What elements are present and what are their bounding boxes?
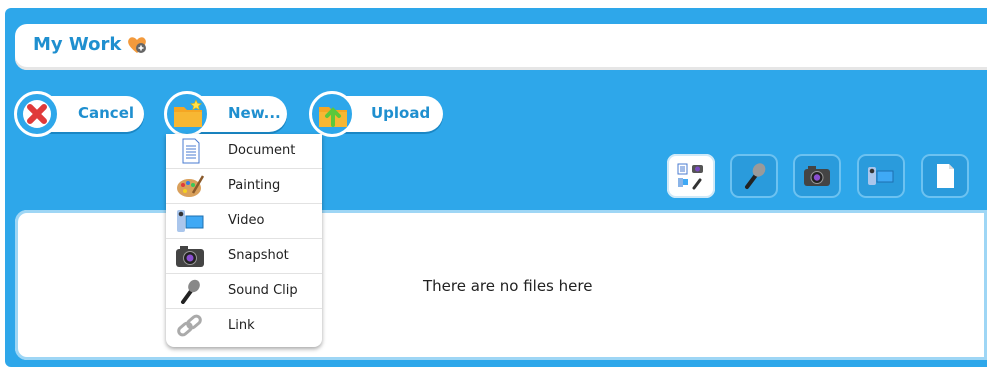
- document-icon: [182, 138, 200, 164]
- menu-item-snapshot[interactable]: Snapshot: [166, 239, 322, 274]
- menu-item-document[interactable]: Document: [166, 134, 322, 169]
- filter-video-button[interactable]: [857, 154, 905, 198]
- menu-item-label: Sound Clip: [228, 283, 298, 298]
- menu-item-video[interactable]: Video: [166, 204, 322, 239]
- all-types-icon: [677, 163, 703, 190]
- upload-circle[interactable]: [309, 91, 355, 137]
- filter-sound-button[interactable]: [730, 154, 778, 198]
- new-label: New...: [228, 104, 281, 122]
- heart-add-icon[interactable]: [126, 35, 148, 55]
- link-icon: [177, 314, 202, 337]
- filter-snapshot-button[interactable]: [793, 154, 841, 198]
- microphone-icon: [181, 279, 200, 304]
- new-folder-icon: [174, 99, 202, 127]
- cancel-x-icon: [23, 100, 51, 128]
- camera-icon: [804, 166, 830, 186]
- new-dropdown-menu: Document Painting Video Snapshot Sound C…: [166, 134, 322, 347]
- menu-item-label: Snapshot: [228, 248, 289, 263]
- cancel-label: Cancel: [78, 104, 135, 122]
- menu-item-sound-clip[interactable]: Sound Clip: [166, 274, 322, 309]
- microphone-icon: [745, 163, 766, 189]
- upload-label: Upload: [371, 104, 431, 122]
- menu-item-label: Painting: [228, 178, 281, 193]
- title-bar: My Work: [15, 24, 987, 70]
- video-camera-icon: [177, 210, 204, 232]
- cancel-circle[interactable]: [14, 91, 60, 137]
- document-icon: [937, 164, 954, 188]
- new-circle[interactable]: [164, 91, 210, 137]
- page-title: My Work: [33, 34, 122, 55]
- files-area: There are no files here: [15, 210, 987, 360]
- palette-icon: [177, 175, 205, 197]
- video-camera-icon: [868, 167, 894, 185]
- camera-icon: [176, 246, 204, 267]
- menu-item-label: Link: [228, 318, 255, 333]
- empty-message: There are no files here: [423, 277, 593, 295]
- menu-item-painting[interactable]: Painting: [166, 169, 322, 204]
- upload-folder-icon: [319, 107, 347, 127]
- filter-document-button[interactable]: [921, 154, 969, 198]
- filter-all-button[interactable]: [667, 154, 715, 198]
- menu-item-label: Document: [228, 143, 296, 158]
- menu-item-label: Video: [228, 213, 265, 228]
- menu-item-link[interactable]: Link: [166, 309, 322, 344]
